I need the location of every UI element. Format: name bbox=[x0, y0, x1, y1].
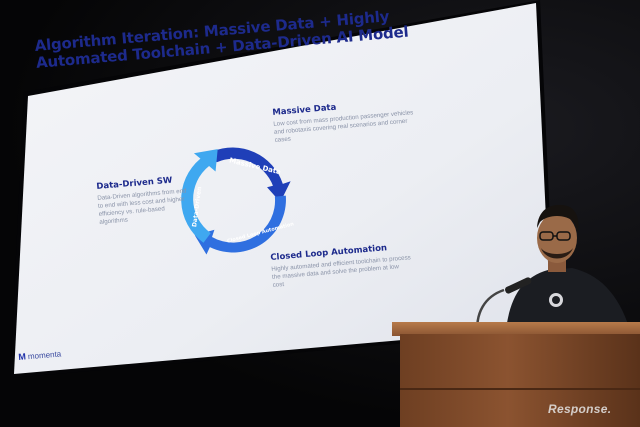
podium-seam bbox=[400, 388, 640, 390]
watermark: Response. bbox=[548, 402, 611, 416]
watermark-text: Response. bbox=[548, 402, 612, 416]
